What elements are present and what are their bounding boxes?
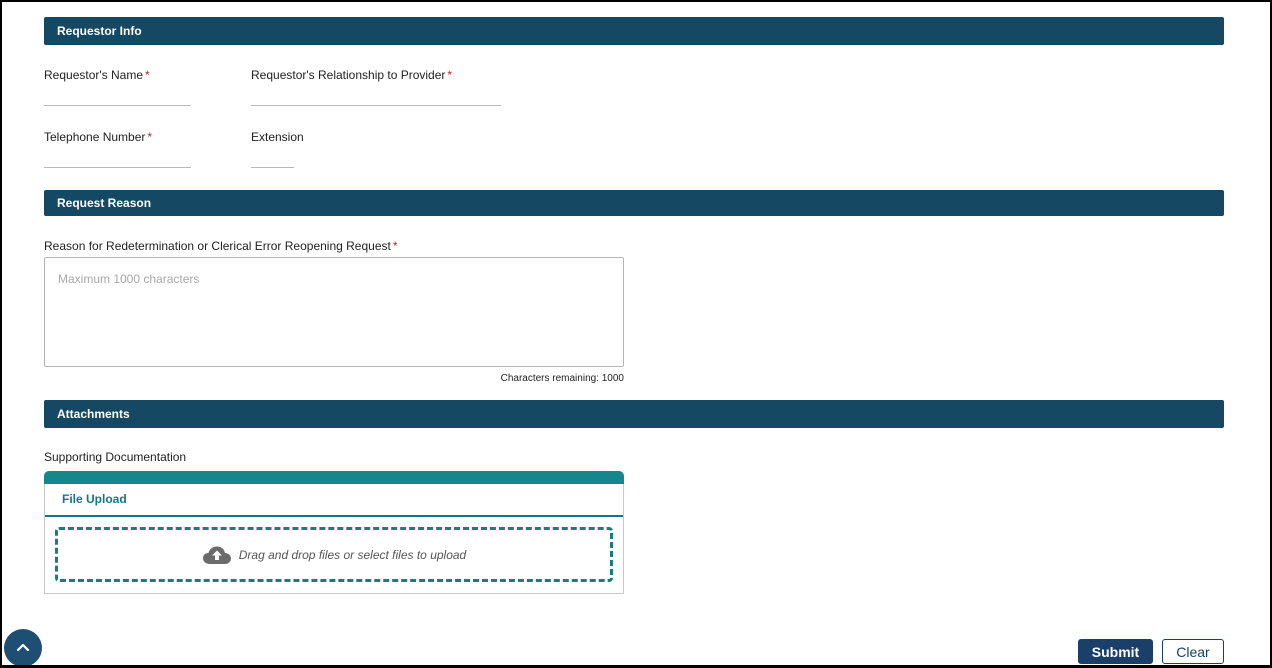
section-header-attachments: Attachments: [44, 400, 1224, 428]
extension-label: Extension: [251, 130, 304, 144]
requestor-name-label: Requestor's Name *: [44, 68, 150, 82]
dropzone-text: Drag and drop files or select files to u…: [238, 547, 467, 562]
file-upload-accent-bar: [44, 471, 624, 484]
chevron-up-icon: [16, 641, 30, 655]
telephone-input[interactable]: [44, 144, 191, 168]
requestor-name-label-text: Requestor's Name: [44, 68, 143, 82]
relationship-input[interactable]: [251, 82, 501, 106]
required-indicator: *: [147, 130, 153, 144]
scroll-to-top-button[interactable]: [4, 629, 42, 667]
reason-label-text: Reason for Redetermination or Clerical E…: [44, 239, 391, 253]
telephone-label-text: Telephone Number: [44, 130, 146, 144]
section-header-requestor-info: Requestor Info: [44, 17, 1224, 45]
clear-button[interactable]: Clear: [1162, 639, 1224, 664]
reason-textarea[interactable]: [44, 257, 624, 367]
cloud-upload-icon: [202, 545, 232, 565]
tab-file-upload[interactable]: File Upload: [45, 484, 623, 517]
supporting-documentation-label: Supporting Documentation: [44, 450, 187, 464]
required-indicator: *: [447, 68, 453, 82]
extension-input[interactable]: [251, 144, 294, 168]
file-dropzone[interactable]: Drag and drop files or select files to u…: [55, 527, 613, 582]
submit-button[interactable]: Submit: [1078, 639, 1153, 664]
characters-remaining: Characters remaining: 1000: [500, 373, 624, 384]
required-indicator: *: [392, 239, 398, 253]
section-header-request-reason: Request Reason: [44, 190, 1224, 216]
relationship-label: Requestor's Relationship to Provider *: [251, 68, 452, 82]
telephone-label: Telephone Number *: [44, 130, 152, 144]
requestor-name-input[interactable]: [44, 82, 191, 106]
relationship-label-text: Requestor's Relationship to Provider: [251, 68, 446, 82]
required-indicator: *: [145, 68, 150, 82]
file-upload-panel: File Upload Drag and drop files or selec…: [44, 471, 624, 594]
reason-label: Reason for Redetermination or Clerical E…: [44, 239, 398, 253]
